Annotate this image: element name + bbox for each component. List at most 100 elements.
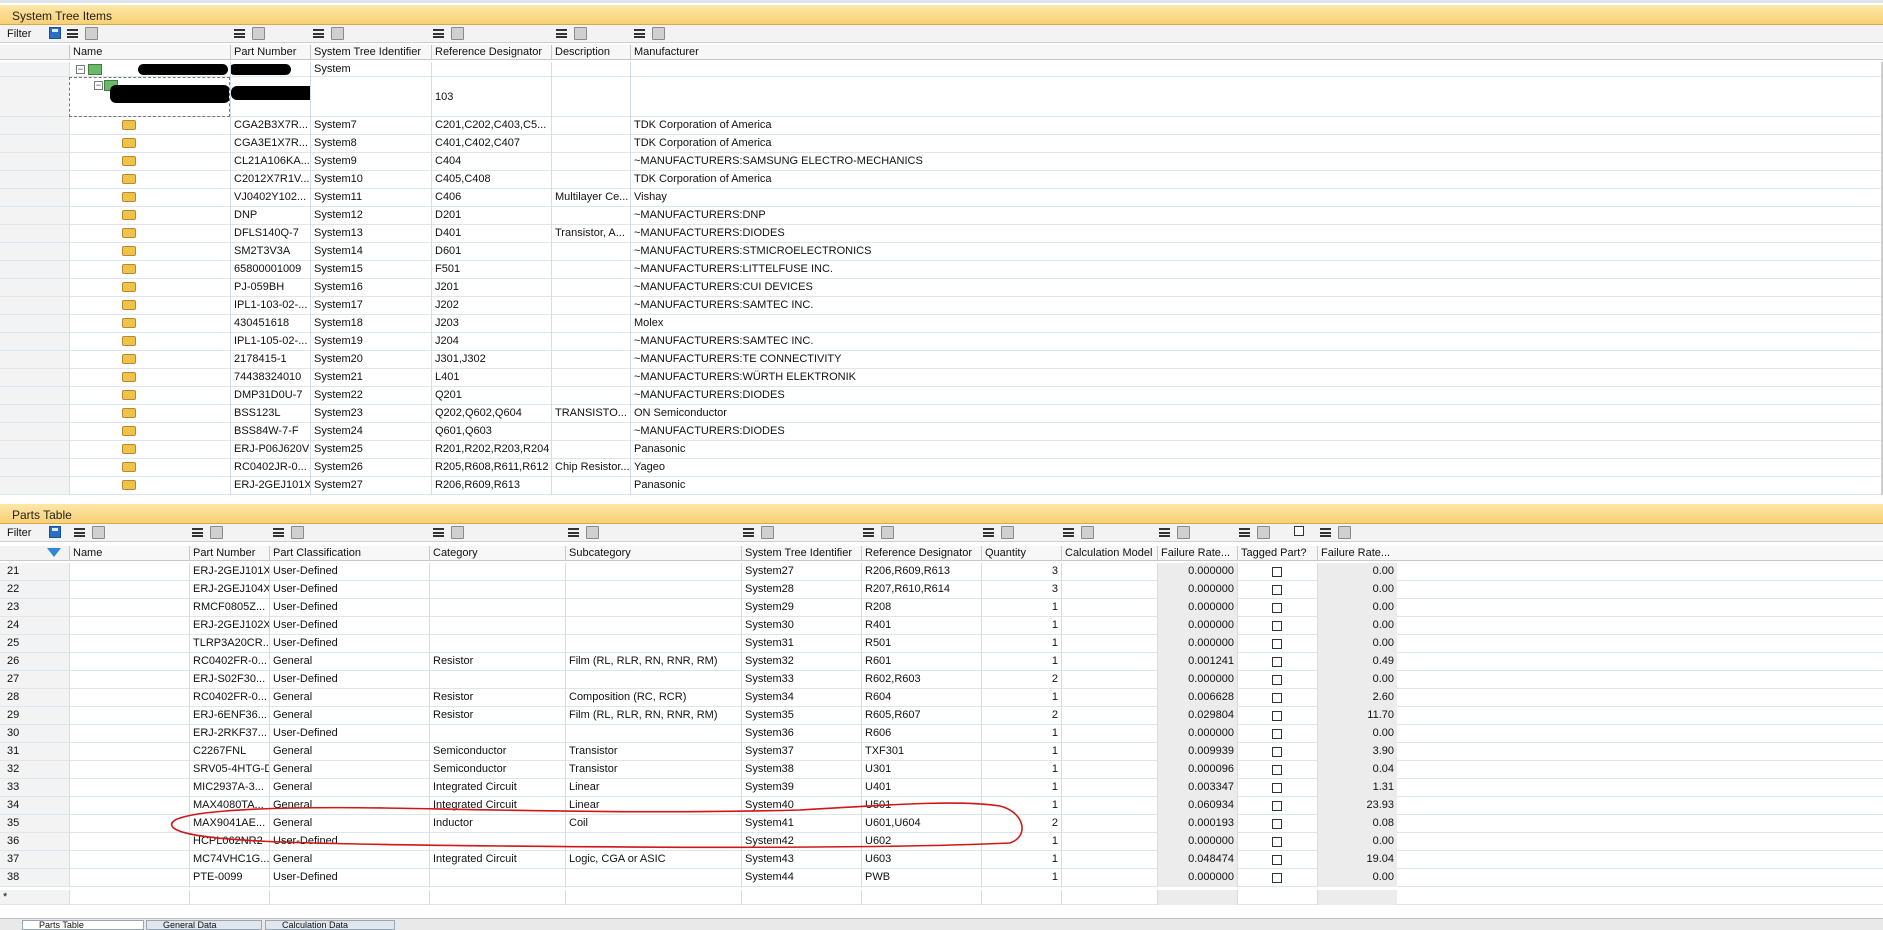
- parts-table-title: Parts Table: [12, 508, 72, 522]
- table-row[interactable]: 38 PTE-0099 User-Defined System44 PWB 1 0.0000…: [0, 869, 1883, 887]
- table-row[interactable]: 27 ERJ-S02F30... User-Defined System33 R602,…: [0, 671, 1883, 689]
- tagged-part-checkbox[interactable]: [1272, 621, 1282, 631]
- cell-part-number: MAX4080TA...: [189, 797, 269, 815]
- table-row[interactable]: 36 HCPL062NR2 User-Defined System42 U602 1 0.0…: [0, 833, 1883, 851]
- collapse-icon[interactable]: −: [94, 81, 103, 90]
- tree-item-row[interactable]: 65800001009 System15 F501 ~MANUFACTURERS:LI…: [0, 261, 1883, 279]
- tagged-part-checkbox[interactable]: [1272, 567, 1282, 577]
- col-failure-rate[interactable]: Failure Rate...: [1157, 546, 1237, 561]
- collapse-icon[interactable]: −: [76, 65, 85, 74]
- table-row[interactable]: 34 MAX4080TA... General Integrated Circuit L…: [0, 797, 1883, 815]
- col-part-number[interactable]: Part Number: [189, 546, 269, 561]
- table-row[interactable]: 37 MC74VHC1G... General Integrated Circuit L…: [0, 851, 1883, 869]
- tree-item-row[interactable]: VJ0402Y102... System11 C406 Multilayer Ce..…: [0, 189, 1883, 207]
- tagged-part-checkbox[interactable]: [1272, 639, 1282, 649]
- col-category[interactable]: Category: [429, 546, 565, 561]
- col-calculation-model[interactable]: Calculation Model: [1061, 546, 1157, 561]
- col-part-classification[interactable]: Part Classification: [269, 546, 429, 561]
- col-name[interactable]: Name: [69, 546, 189, 561]
- top-scrollbar[interactable]: [0, 0, 1883, 3]
- tree-item-row[interactable]: PJ-059BH System16 J201 ~MANUFACTURERS:CUI D…: [0, 279, 1883, 297]
- table-row[interactable]: 33 MIC2937A-3... General Integrated Circuit…: [0, 779, 1883, 797]
- table-row[interactable]: 28 RC0402FR-0... General Resistor Compositio…: [0, 689, 1883, 707]
- tree-item-row[interactable]: SM2T3V3A System14 D601 ~MANUFACTURERS:STMIC…: [0, 243, 1883, 261]
- cell-manufacturer: TDK Corporation of America: [630, 117, 1880, 135]
- filter-funnel-icon[interactable]: [47, 548, 61, 557]
- tagged-part-checkbox[interactable]: [1272, 783, 1282, 793]
- tagged-part-checkbox[interactable]: [1272, 801, 1282, 811]
- tree-item-row[interactable]: IPL1-105-02-... System19 J204 ~MANUFACTURER…: [0, 333, 1883, 351]
- col-system-tree-identifier[interactable]: System Tree Identifier: [310, 45, 431, 60]
- cell-reference-designator: R606: [861, 725, 981, 743]
- tree-item-row[interactable]: ERJ-P06J620V System25 R201,R202,R203,R204 P…: [0, 441, 1883, 459]
- table-row[interactable]: 22 ERJ-2GEJ104X User-Defined System28 R207,R…: [0, 581, 1883, 599]
- tagged-part-checkbox[interactable]: [1272, 657, 1282, 667]
- tagged-filter-checkbox[interactable]: [1294, 526, 1304, 536]
- cell-system-id: System32: [741, 653, 861, 671]
- tagged-part-checkbox[interactable]: [1272, 747, 1282, 757]
- tagged-part-checkbox[interactable]: [1272, 693, 1282, 703]
- tree-item-row[interactable]: CL21A106KA... System9 C404 ~MANUFACTURERS:S…: [0, 153, 1883, 171]
- cell-category: [429, 563, 565, 581]
- save-filter-icon[interactable]: [49, 526, 61, 538]
- tree-child-row[interactable]: − 103: [0, 77, 1883, 117]
- tree-item-row[interactable]: BSS84W-7-F System24 Q601,Q603 ~MANUFACTURER…: [0, 423, 1883, 441]
- tagged-part-checkbox[interactable]: [1272, 873, 1282, 883]
- row-number: 37: [7, 853, 20, 865]
- tree-item-row[interactable]: 430451618 System18 J203 Molex: [0, 315, 1883, 333]
- tagged-part-checkbox[interactable]: [1272, 729, 1282, 739]
- col-quantity[interactable]: Quantity: [981, 546, 1061, 561]
- col-part-number[interactable]: Part Number: [230, 45, 310, 60]
- col-failure-rate-2[interactable]: Failure Rate...: [1317, 546, 1397, 561]
- col-name[interactable]: Name: [69, 45, 230, 60]
- table-row[interactable]: 23 RMCF0805Z... User-Defined System29 R208 1 0…: [0, 599, 1883, 617]
- table-row[interactable]: 30 ERJ-2RKF37... User-Defined System36 R606 1…: [0, 725, 1883, 743]
- col-reference-designator[interactable]: Reference Designator: [431, 45, 551, 60]
- col-system-tree-identifier[interactable]: System Tree Identifier: [741, 546, 861, 561]
- tagged-part-checkbox[interactable]: [1272, 819, 1282, 829]
- cell-reference-designator: R604: [861, 689, 981, 707]
- tree-item-row[interactable]: ERJ-2GEJ101X System27 R206,R609,R613 Panaso…: [0, 477, 1883, 495]
- tagged-part-checkbox[interactable]: [1272, 765, 1282, 775]
- col-reference-designator[interactable]: Reference Designator: [861, 546, 981, 561]
- cell-failure-rate: 0.060934: [1157, 797, 1237, 815]
- tree-item-row[interactable]: 2178415-1 System20 J301,J302 ~MANUFACTURERS…: [0, 351, 1883, 369]
- table-row[interactable]: 26 RC0402FR-0... General Resistor Film (RL, …: [0, 653, 1883, 671]
- new-row[interactable]: *: [0, 890, 1883, 905]
- tagged-part-checkbox[interactable]: [1272, 603, 1282, 613]
- tree-item-row[interactable]: BSS123L System23 Q202,Q602,Q604 TRANSISTO..…: [0, 405, 1883, 423]
- tree-item-row[interactable]: IPL1-103-02-... System17 J202 ~MANUFACTURER…: [0, 297, 1883, 315]
- cell-part-number: BSS84W-7-F: [230, 423, 310, 441]
- col-manufacturer[interactable]: Manufacturer: [630, 45, 1880, 60]
- tree-item-row[interactable]: DFLS140Q-7 System13 D401 Transistor, A... ~M…: [0, 225, 1883, 243]
- cell-calculation-model: [1061, 869, 1157, 887]
- cell-name: [69, 653, 189, 671]
- table-row[interactable]: 24 ERJ-2GEJ102X User-Defined System30 R401 1 0…: [0, 617, 1883, 635]
- cell-subcategory: Film (RL, RLR, RN, RNR, RM): [565, 707, 741, 725]
- tree-item-row[interactable]: C2012X7R1V... System10 C405,C408 TDK Corpor…: [0, 171, 1883, 189]
- tree-item-row[interactable]: CGA3E1X7R... System8 C401,C402,C407 TDK Cor…: [0, 135, 1883, 153]
- table-row[interactable]: 29 ERJ-6ENF36... General Resistor Film (RL, …: [0, 707, 1883, 725]
- table-row[interactable]: 35 MAX9041AE... General Inductor Coil System4…: [0, 815, 1883, 833]
- table-row[interactable]: 25 TLRP3A20CR... User-Defined System31 R501 1…: [0, 635, 1883, 653]
- tree-item-row[interactable]: RC0402JR-0... System26 R205,R608,R611,R612…: [0, 459, 1883, 477]
- tree-item-row[interactable]: DMP31D0U-7 System22 Q201 ~MANUFACTURERS:DIO…: [0, 387, 1883, 405]
- tree-item-row[interactable]: CGA2B3X7R... System7 C201,C202,C403,C5... T…: [0, 117, 1883, 135]
- table-row[interactable]: 32 SRV05-4HTG-D General Semiconductor Transi…: [0, 761, 1883, 779]
- tree-root-row[interactable]: − System: [0, 62, 1883, 77]
- save-filter-icon[interactable]: [49, 27, 61, 39]
- col-description[interactable]: Description: [551, 45, 630, 60]
- tagged-part-checkbox[interactable]: [1272, 711, 1282, 721]
- tagged-part-checkbox[interactable]: [1272, 855, 1282, 865]
- tree-item-row[interactable]: 74438324010 System21 L401 ~MANUFACTURERS:WÜ…: [0, 369, 1883, 387]
- part-icon: [122, 138, 136, 148]
- col-subcategory[interactable]: Subcategory: [565, 546, 741, 561]
- tree-item-row[interactable]: DNP System12 D201 ~MANUFACTURERS:DNP: [0, 207, 1883, 225]
- tagged-part-checkbox[interactable]: [1272, 585, 1282, 595]
- tagged-part-checkbox[interactable]: [1272, 837, 1282, 847]
- tagged-part-checkbox[interactable]: [1272, 675, 1282, 685]
- table-row[interactable]: 21 ERJ-2GEJ101X User-Defined System27 R206,R…: [0, 563, 1883, 581]
- table-row[interactable]: 31 C2267FNL General Semiconductor Transistor…: [0, 743, 1883, 761]
- row-number: 35: [7, 817, 20, 829]
- col-tagged-part[interactable]: Tagged Part?: [1237, 546, 1317, 561]
